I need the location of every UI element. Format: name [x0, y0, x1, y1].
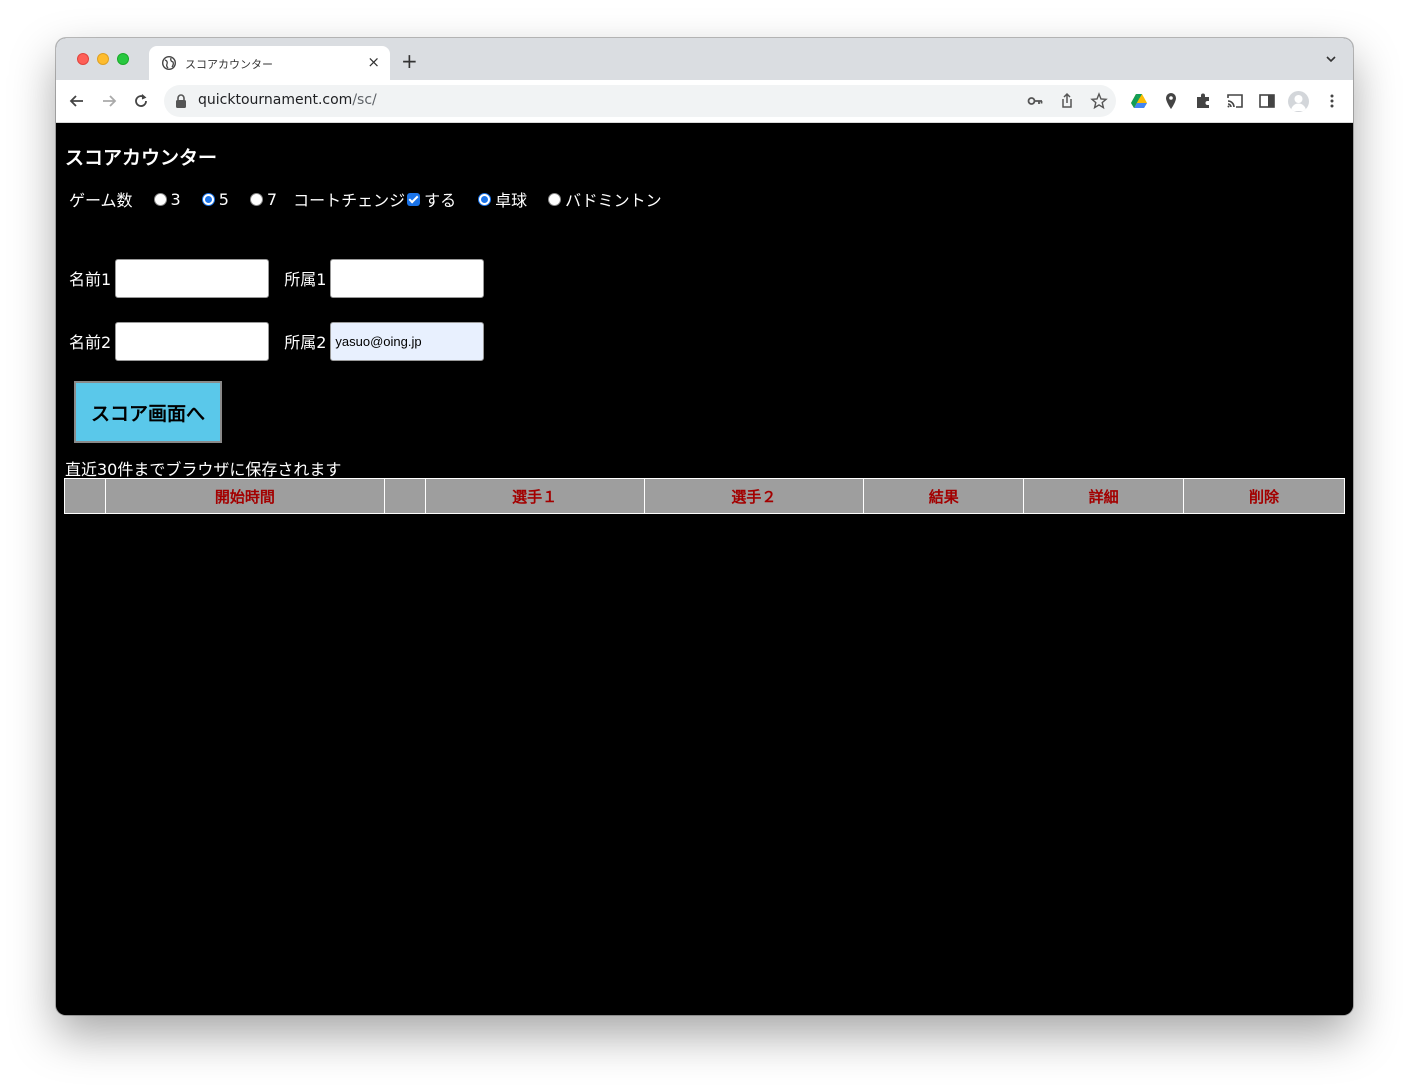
reload-icon[interactable]	[132, 92, 150, 110]
maximize-window-button[interactable]	[117, 53, 129, 65]
team2-label: 所属2	[284, 333, 327, 352]
name2-input[interactable]	[115, 321, 270, 361]
share-icon[interactable]	[1058, 92, 1076, 110]
google-drive-icon[interactable]	[1130, 92, 1148, 110]
team1-label: 所属1	[284, 270, 327, 289]
sport-radio-table-tennis[interactable]	[478, 192, 492, 206]
col-header-start-time: 開始時間	[104, 478, 385, 514]
options-row: ゲーム数 3 5 7 コートチェンジ する 卓球 バドミントン	[69, 187, 662, 211]
col-header-result: 結果	[863, 478, 1025, 514]
name1-input[interactable]	[115, 258, 270, 298]
browser-tab[interactable]: スコアカウンター ×	[149, 46, 390, 80]
history-table: 開始時間 選手１ 選手２ 結果 詳細 削除	[64, 478, 1345, 514]
col-header-blank-1	[64, 478, 106, 514]
tab-close-icon[interactable]: ×	[367, 53, 380, 71]
lock-icon	[176, 94, 186, 108]
games-radio-5[interactable]	[201, 192, 215, 206]
court-change-checkbox-label: する	[424, 191, 457, 210]
browser-window: スコアカウンター × + quicktournament.com/sc/ スコア…	[56, 38, 1353, 1015]
name1-label: 名前1	[69, 270, 112, 289]
col-header-delete: 削除	[1183, 478, 1345, 514]
forward-arrow-icon[interactable]	[100, 92, 118, 110]
games-radio-3[interactable]	[153, 192, 167, 206]
save-note: 直近30件までブラウザに保存されます	[65, 460, 342, 479]
player1-row: 名前1 所属1	[69, 258, 485, 298]
team1-input[interactable]	[330, 258, 485, 298]
cast-icon[interactable]	[1226, 92, 1244, 110]
minimize-window-button[interactable]	[97, 53, 109, 65]
page-content: スコアカウンター ゲーム数 3 5 7 コートチェンジ する 卓球 バドミントン…	[56, 123, 1353, 1015]
menu-dots-icon[interactable]	[1323, 92, 1341, 110]
globe-icon	[162, 56, 176, 70]
close-window-button[interactable]	[77, 53, 89, 65]
url-text[interactable]: quicktournament.com/sc/	[198, 92, 377, 108]
page-title: スコアカウンター	[65, 147, 218, 169]
sport-option-badminton: バドミントン	[565, 191, 662, 210]
games-radio-7[interactable]	[249, 192, 263, 206]
tab-title: スコアカウンター	[185, 58, 273, 71]
url-host: quicktournament.com	[198, 92, 353, 108]
profile-avatar[interactable]	[1288, 91, 1309, 112]
map-pin-icon[interactable]	[1162, 92, 1180, 110]
team2-input[interactable]	[330, 321, 485, 361]
key-icon[interactable]	[1026, 92, 1044, 110]
col-header-blank-2	[383, 478, 426, 514]
chevron-down-icon[interactable]	[1325, 53, 1337, 65]
back-arrow-icon[interactable]	[68, 92, 86, 110]
col-header-player1: 選手１	[424, 478, 645, 514]
player2-row: 名前2 所属2	[69, 321, 485, 361]
games-option-7: 7	[266, 189, 278, 209]
sport-radio-badminton[interactable]	[548, 192, 562, 206]
url-path: /sc/	[352, 92, 377, 108]
table-header-row: 開始時間 選手１ 選手２ 結果 詳細 削除	[64, 478, 1345, 514]
court-change-label: コートチェンジ	[293, 191, 406, 210]
games-option-5: 5	[218, 189, 229, 209]
sport-option-table-tennis: 卓球	[495, 191, 528, 210]
extensions-puzzle-icon[interactable]	[1194, 92, 1212, 110]
col-header-player2: 選手２	[643, 478, 865, 514]
go-to-score-button[interactable]: スコア画面へ	[74, 381, 222, 443]
new-tab-button[interactable]: +	[401, 51, 418, 71]
court-change-checkbox[interactable]	[407, 192, 421, 206]
tab-strip: スコアカウンター × +	[56, 38, 1353, 80]
name2-label: 名前2	[69, 333, 112, 352]
person-icon	[1291, 95, 1306, 111]
bookmark-star-icon[interactable]	[1090, 92, 1108, 110]
side-panel-icon[interactable]	[1258, 92, 1276, 110]
col-header-details: 詳細	[1023, 478, 1185, 514]
browser-toolbar: quicktournament.com/sc/	[56, 80, 1353, 123]
games-option-3: 3	[170, 189, 181, 209]
games-label: ゲーム数	[69, 191, 133, 210]
address-bar[interactable]: quicktournament.com/sc/	[164, 85, 1116, 117]
